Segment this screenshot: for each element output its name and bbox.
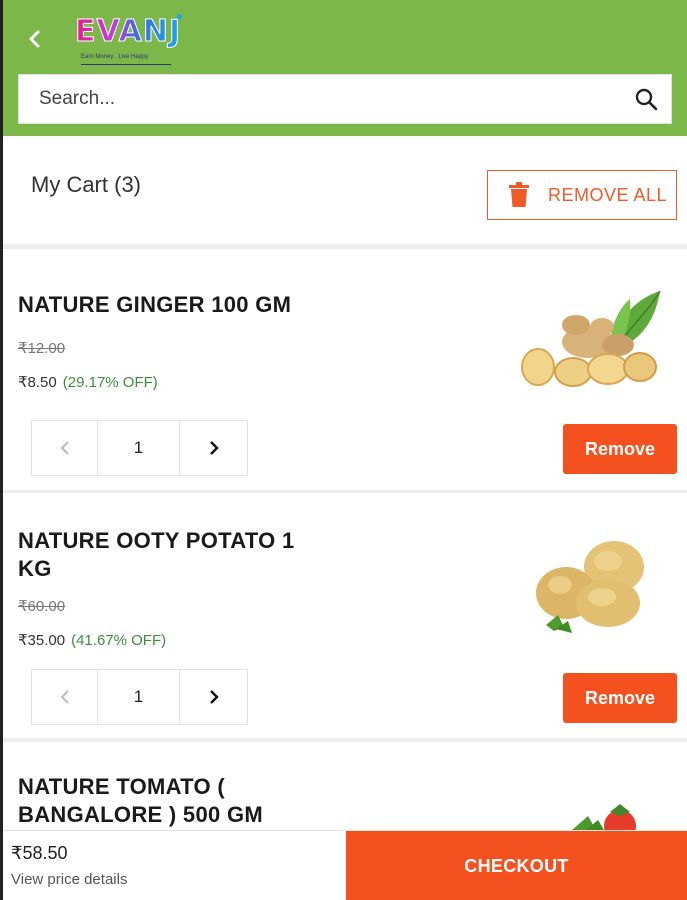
chevron-left-icon [29,30,40,48]
decrease-qty-button[interactable] [32,421,98,475]
app-screen: EVANJ Earn Money . Live Happy My Cart (3… [0,0,687,900]
evanj-logo[interactable]: EVANJ Earn Money . Live Happy [74,12,191,70]
item-name: NATURE OOTY POTATO 1 KG [18,528,295,581]
logo-tagline: Earn Money . Live Happy [81,54,149,60]
increase-qty-button[interactable] [180,670,247,724]
remove-item-button[interactable]: Remove [563,424,677,474]
item-price: ₹8.50 [18,374,57,391]
tomato-image [572,804,636,830]
item-discount: (29.17% OFF) [62,374,158,391]
item-discount: (41.67% OFF) [71,632,167,649]
ginger-image [521,290,661,387]
logo-dot [177,14,182,19]
checkout-bar: ₹58.50 View price details CHECKOUT [3,830,687,900]
logo-underline [81,64,171,65]
trash-icon [509,182,529,207]
increase-qty-button[interactable] [180,421,247,475]
item-name: NATURE TOMATO ( BANGALORE ) 500 GM [18,774,263,827]
view-price-details-link[interactable]: View price details [11,871,127,888]
remove-all-label: REMOVE ALL [548,184,668,205]
quantity-value[interactable]: 1 [98,670,180,724]
cart-total: ₹58.50 [11,843,68,863]
logo-text: EVANJ [74,12,181,52]
item-mrp: ₹60.00 [18,598,66,615]
chevron-right-icon [209,441,219,455]
cart-header: My Cart (3) REMOVE ALL [3,136,687,244]
checkout-button[interactable]: CHECKOUT [346,831,687,900]
quantity-value[interactable]: 1 [98,421,180,475]
cart-item-ginger: NATURE GINGER 100 GM ₹12.00 ₹8.50 (29.17%… [3,249,687,490]
cart-item-tomato: NATURE TOMATO ( BANGALORE ) 500 GM [3,742,687,830]
cart-title: My Cart (3) [31,172,141,197]
back-button[interactable] [21,24,49,54]
search-icon[interactable] [621,74,671,124]
quantity-stepper: 1 [31,669,248,725]
cart-item-potato: NATURE OOTY POTATO 1 KG ₹60.00 ₹35.00 (41… [3,493,687,738]
remove-all-button[interactable]: REMOVE ALL [487,170,677,220]
chevron-right-icon [209,690,219,704]
item-price-line: ₹35.00 (41.67% OFF) [18,631,166,649]
decrease-qty-button[interactable] [32,670,98,724]
chevron-left-icon [60,441,69,455]
chevron-left-icon [60,690,69,704]
item-mrp: ₹12.00 [18,340,66,357]
top-header: EVANJ Earn Money . Live Happy [3,0,687,136]
item-price-line: ₹8.50 (29.17% OFF) [18,373,158,391]
remove-item-button[interactable]: Remove [563,673,677,723]
potato-image [536,541,644,633]
search-input[interactable] [19,75,621,123]
item-price: ₹35.00 [18,632,66,649]
item-name: NATURE GINGER 100 GM [18,292,292,317]
quantity-stepper: 1 [31,420,248,476]
search-bar [18,74,672,124]
